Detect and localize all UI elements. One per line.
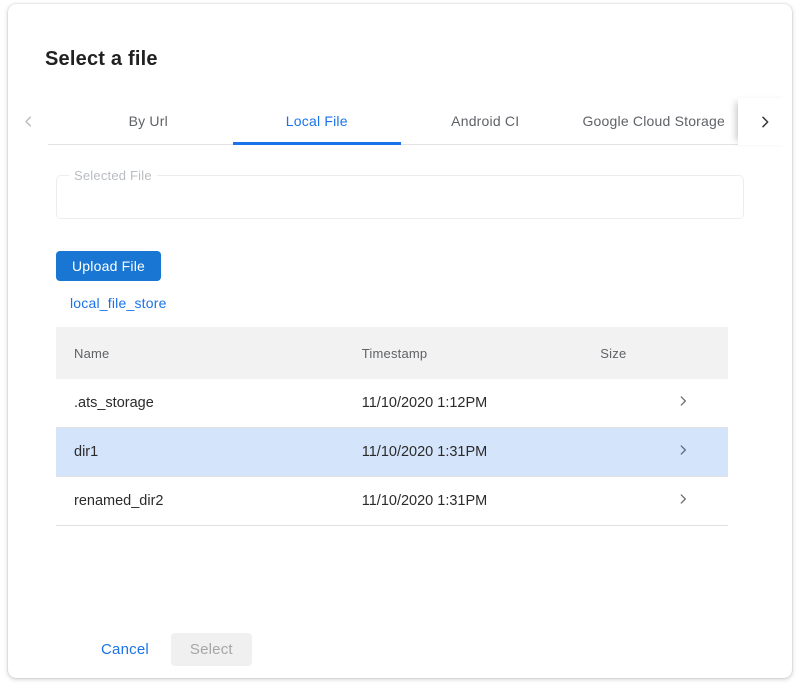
row-expand-button[interactable] xyxy=(638,443,728,461)
table-header-row: Name Timestamp Size xyxy=(56,327,728,379)
select-file-dialog: Select a file By Url Local File Android … xyxy=(8,4,792,678)
file-name: .ats_storage xyxy=(56,395,362,411)
tab-bar: By Url Local File Android CI Google Clou… xyxy=(8,98,792,145)
local-file-store-link[interactable]: local_file_store xyxy=(70,295,167,311)
dialog-actions: Cancel Select xyxy=(56,633,744,666)
row-expand-button[interactable] xyxy=(638,394,728,412)
tab-by-url[interactable]: By Url xyxy=(64,98,233,144)
tab-panel-local-file: Selected File Upload File local_file_sto… xyxy=(8,175,792,666)
upload-file-button[interactable]: Upload File xyxy=(56,251,161,281)
chevron-left-icon xyxy=(21,114,36,129)
file-timestamp: 11/10/2020 1:12PM xyxy=(362,395,601,411)
tab-local-file[interactable]: Local File xyxy=(233,98,402,144)
tabs-container: By Url Local File Android CI Google Clou… xyxy=(48,98,738,145)
tabs-scroll-left-button[interactable] xyxy=(8,98,48,145)
chevron-right-icon xyxy=(676,394,690,412)
selected-file-field-label: Selected File xyxy=(69,168,157,183)
file-timestamp: 11/10/2020 1:31PM xyxy=(362,493,601,509)
chevron-right-icon xyxy=(676,443,690,461)
tabs-scroll-right-button[interactable] xyxy=(738,98,792,145)
file-name: renamed_dir2 xyxy=(56,493,362,509)
table-row-selected[interactable]: dir1 11/10/2020 1:31PM xyxy=(56,428,728,477)
chevron-right-icon xyxy=(676,492,690,510)
file-name: dir1 xyxy=(56,444,362,460)
selected-file-input[interactable] xyxy=(57,176,743,218)
column-header-size: Size xyxy=(600,346,638,361)
page-title: Select a file xyxy=(8,4,792,71)
table-row[interactable]: .ats_storage 11/10/2020 1:12PM xyxy=(56,379,728,428)
select-button[interactable]: Select xyxy=(171,633,252,666)
column-header-name: Name xyxy=(56,346,362,361)
table-row[interactable]: renamed_dir2 11/10/2020 1:31PM xyxy=(56,477,728,526)
tab-android-ci[interactable]: Android CI xyxy=(401,98,570,144)
file-timestamp: 11/10/2020 1:31PM xyxy=(362,444,601,460)
selected-file-field-wrapper: Selected File xyxy=(56,175,744,219)
chevron-right-icon xyxy=(757,114,773,130)
column-header-timestamp: Timestamp xyxy=(362,346,601,361)
row-expand-button[interactable] xyxy=(638,492,728,510)
file-table: Name Timestamp Size .ats_storage 11/10/2… xyxy=(56,327,728,526)
cancel-button[interactable]: Cancel xyxy=(101,635,149,664)
tab-google-cloud-storage[interactable]: Google Cloud Storage xyxy=(570,98,739,144)
